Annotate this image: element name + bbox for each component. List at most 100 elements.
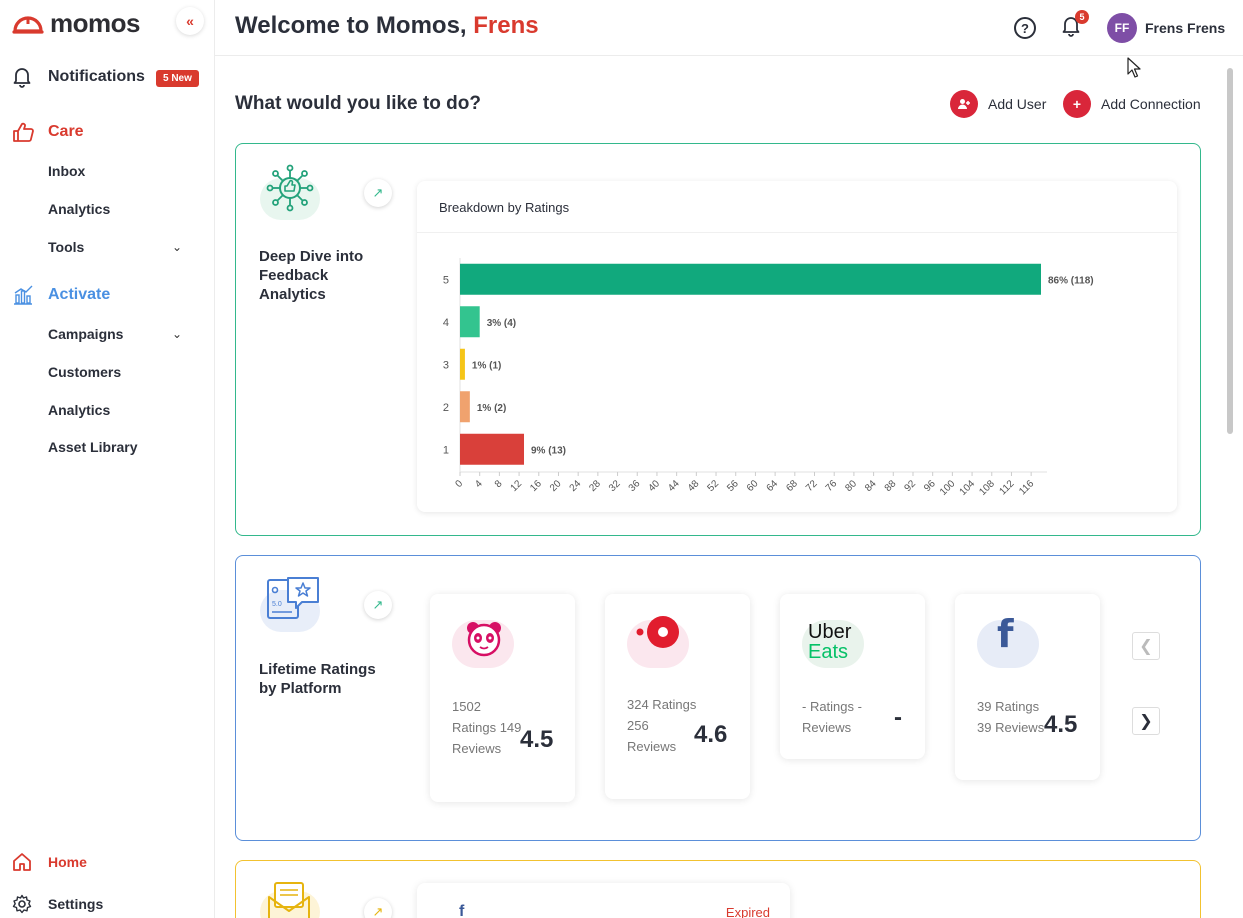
- help-icon[interactable]: ?: [1014, 17, 1036, 39]
- y-tick-label: 4: [443, 317, 449, 329]
- top-header: Welcome to Momos, Frens ? 5 FF Frens Fre…: [215, 0, 1243, 56]
- nav-care[interactable]: Care: [12, 121, 84, 143]
- nav-home[interactable]: Home: [12, 852, 87, 872]
- bar-chart-icon: [14, 285, 33, 305]
- collapse-sidebar-button[interactable]: «: [176, 7, 204, 35]
- platform-counts: - Ratings - Reviews: [802, 699, 862, 735]
- x-tick-label: 80: [843, 478, 859, 494]
- welcome-text: Welcome to Momos,: [235, 12, 467, 39]
- campaigns-card[interactable]: ↗ f Expired: [235, 860, 1201, 918]
- sidebar: momos « Notifications 5 New Care Inbox A…: [0, 0, 215, 918]
- x-tick-label: 12: [509, 478, 525, 494]
- nav-notifications[interactable]: Notifications: [12, 66, 145, 88]
- avatar[interactable]: FF: [1107, 13, 1137, 43]
- x-tick-label: 112: [998, 478, 1017, 497]
- open-arrow-icon[interactable]: ↗: [364, 591, 392, 619]
- nav-activate-campaigns[interactable]: Campaigns: [48, 326, 123, 342]
- platform-rating: 4.5: [520, 726, 554, 753]
- page-title: Welcome to Momos, Frens: [235, 12, 539, 40]
- add-connection-button[interactable]: + Add Connection: [1063, 90, 1201, 118]
- envelope-icon: [268, 882, 310, 918]
- x-tick-label: 76: [824, 478, 840, 494]
- open-arrow-icon[interactable]: ↗: [364, 898, 392, 918]
- nav-activate-asset-library[interactable]: Asset Library: [48, 439, 137, 455]
- x-tick-label: 32: [607, 478, 623, 494]
- card-title: Lifetime Ratings by Platform: [259, 661, 376, 697]
- uber-eats-logo-bottom: Eats: [808, 641, 849, 663]
- thumbs-up-icon: [13, 122, 34, 142]
- home-icon: [13, 853, 31, 871]
- nav-care-analytics[interactable]: Analytics: [48, 201, 110, 217]
- platform-card-facebook[interactable]: f 39 Ratings 39 Reviews 4.5: [955, 594, 1100, 780]
- nav-settings[interactable]: Settings: [12, 894, 103, 914]
- nav-settings-label: Settings: [48, 896, 104, 912]
- svg-text:5.0: 5.0: [272, 601, 282, 608]
- campaign-preview-card[interactable]: f Expired: [417, 883, 790, 918]
- facebook-logo-icon: f: [997, 612, 1014, 656]
- nav-activate[interactable]: Activate: [12, 284, 110, 306]
- data-label: 1% (2): [477, 403, 506, 414]
- feedback-network-icon: [266, 164, 314, 212]
- x-tick-label: 68: [784, 478, 800, 494]
- x-tick-label: 16: [528, 478, 544, 494]
- chevron-down-icon[interactable]: ⌄: [172, 327, 182, 341]
- data-label: 3% (4): [487, 318, 516, 329]
- nav-care-label: Care: [48, 123, 84, 140]
- uber-eats-logo-top: Uber: [808, 621, 852, 643]
- x-tick-label: 28: [587, 478, 603, 494]
- foodpanda-logo-icon: [467, 622, 501, 657]
- scrollbar[interactable]: [1227, 68, 1233, 434]
- x-tick-label: 36: [627, 478, 643, 494]
- add-user-button[interactable]: Add User: [950, 90, 1046, 118]
- platform-ratings-card[interactable]: 5.0 ↗ Lifetime Ratings by Platform 1502 …: [235, 555, 1201, 841]
- nav-activate-label: Activate: [48, 286, 111, 303]
- nav-notifications-label: Notifications: [48, 68, 145, 85]
- main-content: What would you like to do? Add User + Ad…: [215, 56, 1243, 918]
- nav-activate-customers[interactable]: Customers: [48, 364, 121, 380]
- x-tick-label: 56: [725, 478, 741, 494]
- carousel-next-button[interactable]: ❯: [1132, 707, 1160, 735]
- carousel-prev-button[interactable]: ❮: [1132, 632, 1160, 660]
- x-tick-label: 20: [548, 478, 564, 494]
- platform-counts: 1502 Ratings 149 Reviews: [452, 699, 522, 756]
- nav-home-label: Home: [48, 854, 87, 870]
- y-tick-label: 2: [443, 402, 449, 414]
- x-tick-label: 48: [686, 478, 702, 494]
- logo[interactable]: momos: [12, 8, 140, 39]
- notifications-badge: 5 New: [156, 70, 199, 87]
- platform-rating: -: [894, 704, 902, 731]
- x-tick-label: 4: [473, 478, 485, 490]
- notifications-bell-button[interactable]: 5: [1060, 10, 1089, 40]
- bar-rating-4: [460, 306, 480, 338]
- x-tick-label: 44: [666, 478, 682, 494]
- x-tick-label: 88: [883, 478, 899, 494]
- add-connection-label: Add Connection: [1101, 96, 1201, 112]
- uber-eats-logo: Uber Eats: [808, 622, 851, 662]
- status-badge: Expired: [725, 905, 770, 918]
- chevron-down-icon[interactable]: ⌄: [172, 240, 182, 254]
- user-name[interactable]: Frens Frens: [1145, 20, 1225, 36]
- platform-card-uber-eats[interactable]: Uber Eats - Ratings - Reviews -: [780, 594, 925, 759]
- momos-logo-icon: [12, 15, 44, 34]
- platform-rating: 4.5: [1044, 711, 1078, 738]
- open-arrow-icon[interactable]: ↗: [364, 179, 392, 207]
- x-tick-label: 100: [938, 478, 958, 498]
- x-tick-label: 40: [646, 478, 662, 494]
- review-document-icon: 5.0: [267, 577, 319, 619]
- app: momos « Notifications 5 New Care Inbox A…: [0, 0, 1243, 918]
- nav-care-tools[interactable]: Tools: [48, 239, 84, 255]
- nav-activate-analytics[interactable]: Analytics: [48, 402, 110, 418]
- plus-icon: +: [1063, 90, 1091, 118]
- platform-card-foodpanda[interactable]: 1502 Ratings 149 Reviews 4.5: [430, 594, 575, 802]
- platform-card-deliveroo[interactable]: 324 Ratings 256 Reviews 4.6: [605, 594, 750, 799]
- x-tick-label: 52: [706, 478, 722, 494]
- bar-rating-5: [460, 263, 1041, 295]
- x-tick-label: 84: [863, 478, 879, 494]
- nav-care-inbox[interactable]: Inbox: [48, 163, 85, 179]
- platform-counts: 39 Ratings 39 Reviews: [977, 699, 1045, 735]
- feedback-analytics-card[interactable]: ↗ Deep Dive into Feedback Analytics Brea…: [235, 143, 1201, 536]
- y-tick-label: 5: [443, 274, 449, 286]
- x-tick-label: 60: [745, 478, 761, 494]
- data-label: 9% (13): [531, 445, 566, 456]
- card-title: Deep Dive into Feedback Analytics: [259, 248, 364, 303]
